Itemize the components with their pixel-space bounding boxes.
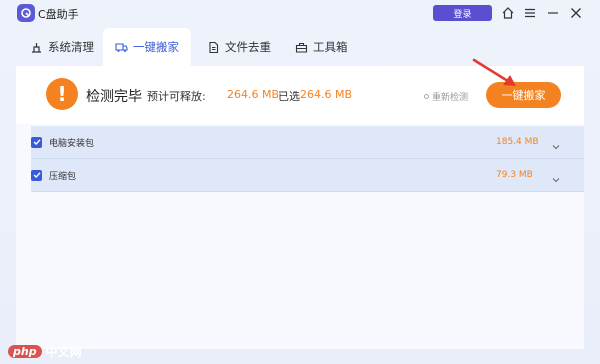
app-title: C盘助手 [38,8,79,21]
item-checkbox[interactable] [31,136,42,148]
chevron-down-icon[interactable] [551,170,561,183]
close-icon[interactable] [568,5,584,21]
app-logo-icon [17,4,35,22]
tab-label: 文件去重 [225,40,271,54]
warning-icon: ! [46,78,78,110]
scan-status: 检测完毕 [86,89,142,105]
selected-value: 264.6 MB [300,88,353,101]
check-icon [33,172,41,178]
scan-summary: ! 检测完毕 预计可释放: 264.6 MB 已选 264.6 MB 重新检测 … [16,58,584,124]
rescan-label: 重新检测 [432,93,469,103]
tab-label: 系统清理 [48,40,94,54]
toolbox-icon [295,42,308,53]
item-name: 压缩包 [49,171,77,182]
home-icon[interactable] [500,5,516,21]
tab-label: 一键搬家 [133,40,179,54]
free-space-value: 264.6 MB [227,88,280,101]
check-icon [33,139,41,145]
tab-one-click-move[interactable]: 一键搬家 [103,28,191,66]
login-button[interactable]: 登录 [433,5,492,21]
selected-label: 已选 [278,90,300,103]
truck-icon [115,42,128,52]
tab-file-dedupe[interactable]: 文件去重 [207,28,271,66]
title-bar: C盘助手 登录 [0,0,600,28]
free-space-label: 预计可释放: [147,90,206,103]
watermark: php 中文网 [8,343,82,360]
item-size: 185.4 MB [496,137,539,147]
tab-label: 工具箱 [313,40,348,54]
watermark-text: 中文网 [45,345,82,359]
refresh-icon [424,94,429,99]
item-list: 电脑安装包 185.4 MB 压缩包 79.3 MB [31,126,584,192]
tab-system-clean[interactable]: 系统清理 [30,28,94,66]
list-item[interactable]: 电脑安装包 185.4 MB [31,126,584,159]
main-panel: ! 检测完毕 预计可释放: 264.6 MB 已选 264.6 MB 重新检测 … [16,58,584,349]
broom-icon [32,42,41,53]
item-name: 电脑安装包 [49,138,95,149]
watermark-badge: php [8,345,42,358]
item-checkbox[interactable] [31,169,42,181]
tab-toolbox[interactable]: 工具箱 [295,28,348,66]
chevron-down-icon[interactable] [551,137,561,150]
rescan-link[interactable]: 重新检测 [424,90,468,103]
file-icon [209,41,219,53]
item-size: 79.3 MB [496,170,533,180]
list-item[interactable]: 压缩包 79.3 MB [31,159,584,192]
menu-icon[interactable] [522,5,538,21]
pointer-arrow-icon [472,58,516,86]
minimize-icon[interactable] [545,5,561,21]
